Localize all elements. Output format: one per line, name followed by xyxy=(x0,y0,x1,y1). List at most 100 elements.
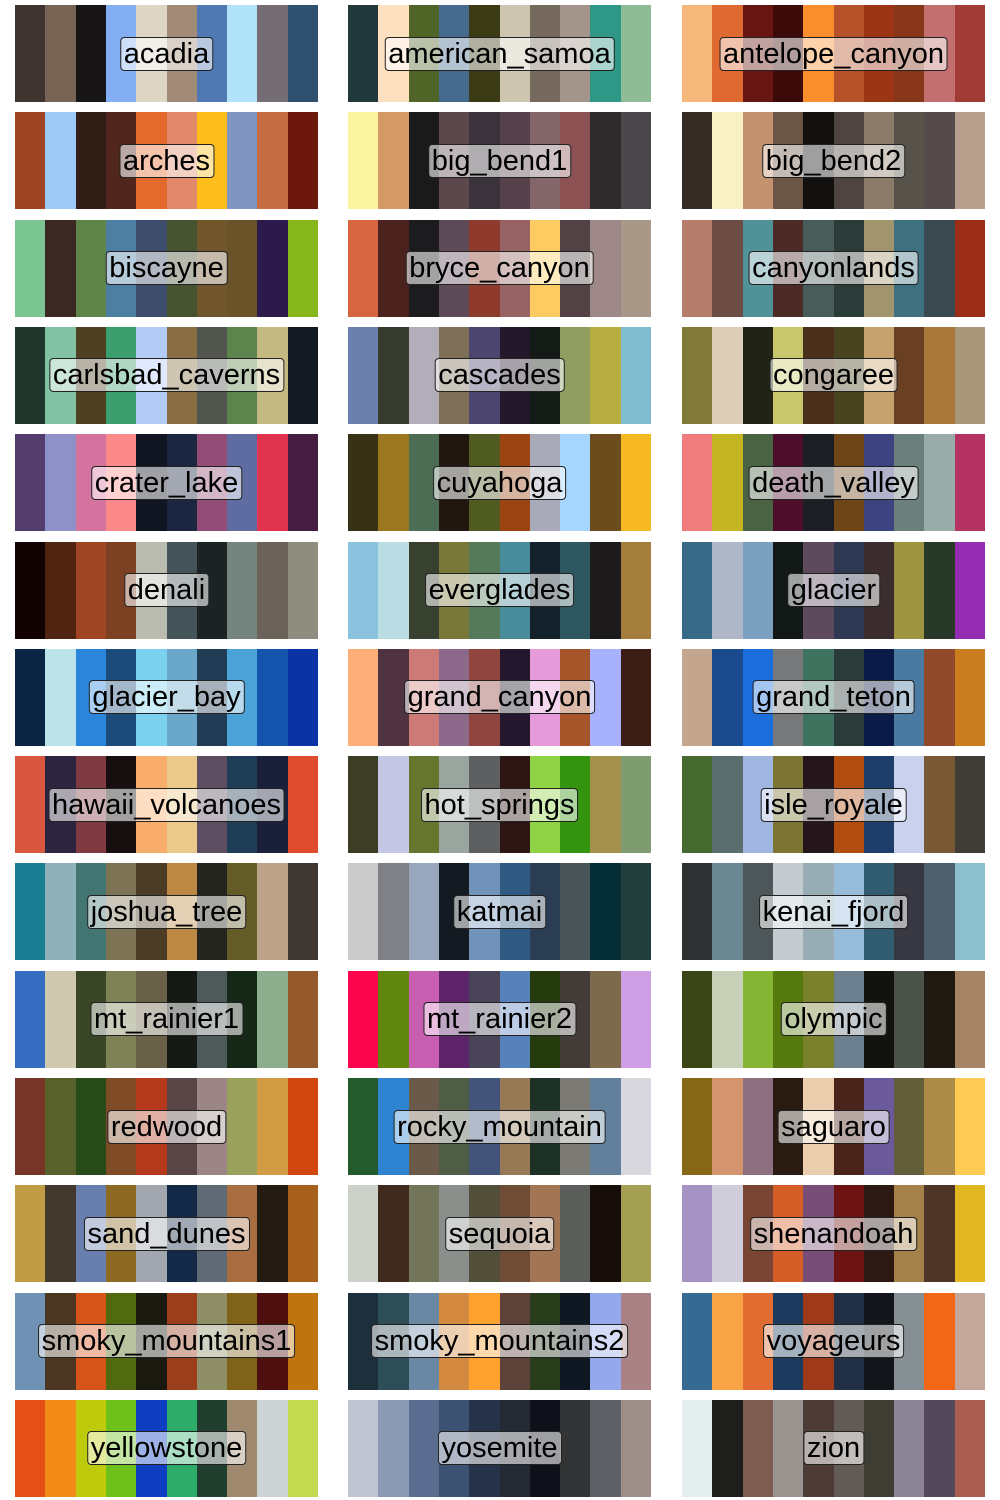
color-swatch xyxy=(954,970,985,1068)
palette-yosemite: yosemite xyxy=(348,1399,651,1497)
color-swatch xyxy=(954,1399,985,1497)
color-swatch xyxy=(620,756,651,854)
color-swatch xyxy=(287,1185,318,1283)
color-swatch xyxy=(75,112,107,210)
color-swatch xyxy=(15,1185,46,1283)
color-swatch xyxy=(924,863,956,961)
color-swatch xyxy=(620,1078,651,1175)
color-swatch xyxy=(954,112,985,210)
palette-katmai: katmai xyxy=(348,863,651,961)
color-swatch xyxy=(894,1078,925,1175)
color-swatch xyxy=(590,756,622,854)
palette-label: grand_canyon xyxy=(403,680,596,715)
color-swatch xyxy=(924,970,956,1068)
color-swatch xyxy=(15,756,46,854)
color-swatch xyxy=(712,1185,744,1283)
color-swatch xyxy=(408,863,440,961)
color-swatch xyxy=(954,219,985,317)
color-swatch xyxy=(348,970,379,1068)
color-swatch xyxy=(45,112,77,210)
color-swatch xyxy=(75,1078,107,1175)
palette-label: mt_rainier2 xyxy=(422,1002,577,1037)
color-swatch xyxy=(15,219,46,317)
color-swatch xyxy=(75,541,107,639)
color-swatch xyxy=(620,1399,651,1497)
palette-label: canyonlands xyxy=(748,251,919,286)
palette-carlsbad-caverns: carlsbad_caverns xyxy=(15,326,318,424)
palette-label: yosemite xyxy=(437,1431,562,1466)
palette-label: crater_lake xyxy=(90,465,243,500)
color-swatch xyxy=(924,1185,956,1283)
color-swatch xyxy=(45,970,77,1068)
color-swatch xyxy=(15,112,46,210)
color-swatch xyxy=(620,219,651,317)
color-swatch xyxy=(954,648,985,746)
color-swatch xyxy=(682,541,713,639)
color-swatch xyxy=(287,970,318,1068)
color-swatch xyxy=(15,1078,46,1175)
color-swatch xyxy=(15,1399,46,1497)
palette-label: joshua_tree xyxy=(86,894,247,929)
color-swatch xyxy=(682,112,713,210)
color-swatch xyxy=(924,756,956,854)
color-swatch xyxy=(590,1185,622,1283)
color-swatch xyxy=(682,219,713,317)
color-swatch xyxy=(590,863,622,961)
color-swatch xyxy=(682,434,713,532)
color-swatch xyxy=(954,756,985,854)
palette-label: denali xyxy=(123,573,210,607)
palette-olympic: olympic xyxy=(682,970,985,1068)
color-swatch xyxy=(682,756,713,854)
color-swatch xyxy=(378,326,410,424)
palette-grid: acadia american_samoa antelope_canyon arche… xyxy=(0,0,1000,1500)
color-swatch xyxy=(257,112,289,210)
palette-congaree: congaree xyxy=(682,326,985,424)
palette-hot-springs: hot_springs xyxy=(348,756,651,854)
color-swatch xyxy=(287,219,318,317)
palette-label: american_samoa xyxy=(384,36,615,71)
color-swatch xyxy=(712,219,744,317)
palette-glacier-bay: glacier_bay xyxy=(15,648,318,746)
palette-sequoia: sequoia xyxy=(348,1185,651,1283)
color-swatch xyxy=(227,1078,258,1175)
palette-label: carlsbad_caverns xyxy=(48,358,285,393)
color-swatch xyxy=(924,648,956,746)
color-swatch xyxy=(924,1399,956,1497)
color-swatch xyxy=(924,219,956,317)
color-swatch xyxy=(924,434,956,532)
palette-label: mt_rainier1 xyxy=(89,1002,244,1037)
palette-crater-lake: crater_lake xyxy=(15,434,318,532)
color-swatch xyxy=(75,219,107,317)
palette-smoky-mountains2: smoky_mountains2 xyxy=(348,1292,651,1390)
palette-glacier: glacier xyxy=(682,541,985,639)
color-swatch xyxy=(620,112,651,210)
color-swatch xyxy=(287,112,318,210)
color-swatch xyxy=(257,1399,289,1497)
palette-label: antelope_canyon xyxy=(719,36,948,71)
palette-rocky-mountain: rocky_mountain xyxy=(348,1078,651,1175)
color-swatch xyxy=(712,1078,744,1175)
palette-zion: zion xyxy=(682,1399,985,1497)
palette-denali: denali xyxy=(15,541,318,639)
color-swatch xyxy=(682,326,713,424)
color-swatch xyxy=(348,648,379,746)
color-swatch xyxy=(712,434,744,532)
color-swatch xyxy=(15,648,46,746)
palette-canyonlands: canyonlands xyxy=(682,219,985,317)
color-swatch xyxy=(682,5,713,102)
palette-label: big_bend2 xyxy=(761,143,906,178)
color-swatch xyxy=(227,541,258,639)
color-swatch xyxy=(620,1185,651,1283)
color-swatch xyxy=(712,1292,744,1390)
color-swatch xyxy=(257,434,289,532)
palette-death-valley: death_valley xyxy=(682,434,985,532)
palette-label: smoky_mountains2 xyxy=(370,1324,629,1359)
color-swatch xyxy=(257,1185,289,1283)
color-swatch xyxy=(45,863,77,961)
palette-label: big_bend1 xyxy=(427,143,572,178)
palette-cascades: cascades xyxy=(348,326,651,424)
color-swatch xyxy=(287,1078,318,1175)
palette-label: katmai xyxy=(452,894,547,929)
color-swatch xyxy=(45,434,77,532)
palette-label: redwood xyxy=(106,1109,227,1144)
